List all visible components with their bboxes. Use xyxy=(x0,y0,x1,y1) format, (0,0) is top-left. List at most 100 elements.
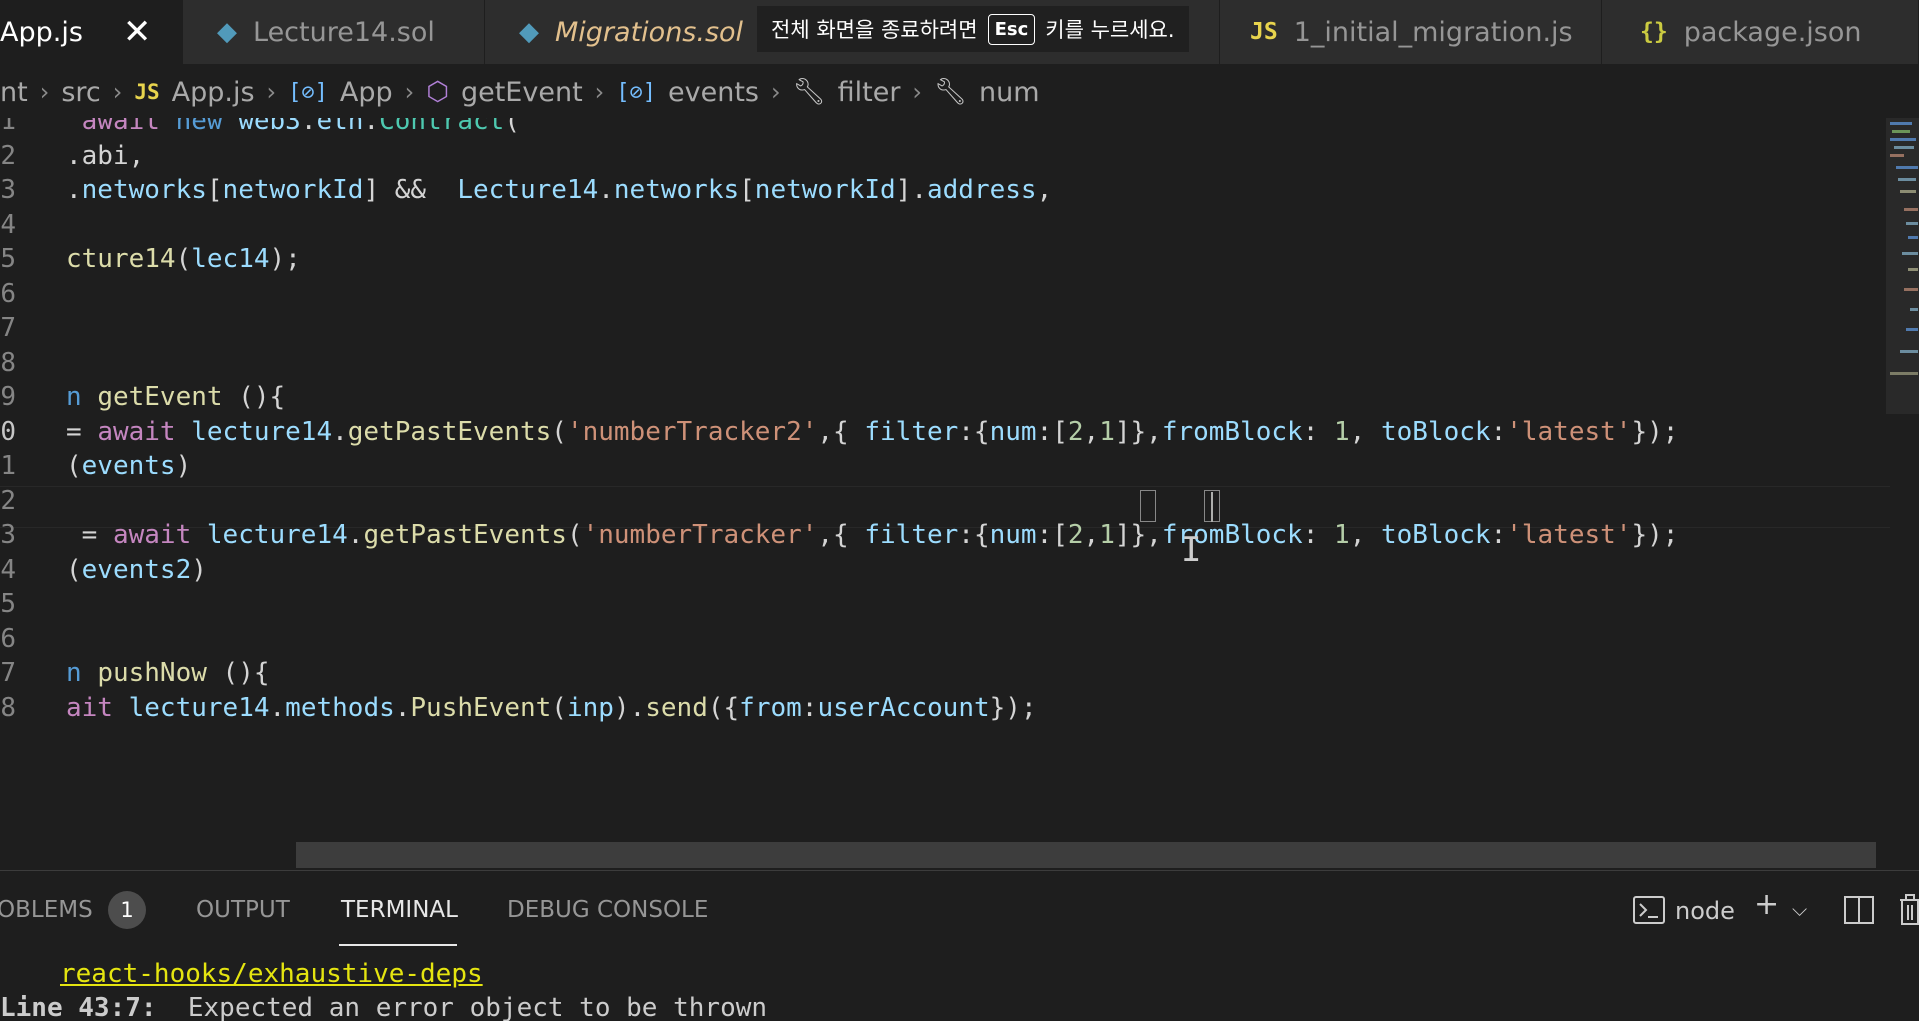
code-token: }); xyxy=(1631,416,1679,447)
terminal-line-warning: Line 43:7: Expected an error object to b… xyxy=(0,993,767,1021)
breadcrumb-item-app[interactable]: App xyxy=(340,77,393,108)
code-token: : xyxy=(1302,520,1335,550)
code-token: await xyxy=(97,416,192,447)
horizontal-scrollbar[interactable] xyxy=(296,842,1876,868)
javascript-icon: JS xyxy=(1250,19,1278,45)
tab-debug-console[interactable]: DEBUG CONSOLE xyxy=(507,897,708,923)
json-icon: {} xyxy=(1640,19,1668,45)
line-number: 4 xyxy=(0,209,16,240)
breadcrumb-item-events[interactable]: events xyxy=(668,77,759,108)
tab-lecture14-sol[interactable]: ◆ Lecture14.sol xyxy=(183,0,485,64)
code-token: lecture14 xyxy=(191,416,333,447)
notice-text-after: 키를 누르세요. xyxy=(1045,18,1175,42)
code-token: .abi, xyxy=(66,140,145,171)
code-token: 'latest' xyxy=(1506,416,1632,447)
breadcrumb-item-num[interactable]: num xyxy=(979,77,1040,108)
chevron-right-icon: › xyxy=(404,78,415,106)
code-line[interactable]: n getEvent (){ xyxy=(66,382,285,412)
tab-package-json[interactable]: {} package.json xyxy=(1602,0,1919,64)
breadcrumb-item-src[interactable]: src xyxy=(61,77,100,108)
mouse-ibeam-cursor-icon: I xyxy=(1181,530,1202,570)
code-token: [ xyxy=(739,175,755,205)
tab-label: Lecture14.sol xyxy=(253,16,435,48)
esc-key-badge: Esc xyxy=(987,13,1036,45)
tab-output[interactable]: OUTPUT xyxy=(196,897,290,923)
tab-label: Migrations.sol xyxy=(555,16,744,48)
close-icon[interactable]: ✕ xyxy=(123,12,152,52)
code-token: send xyxy=(645,692,708,723)
tab-app-js[interactable]: App.js ✕ xyxy=(0,0,183,64)
code-token: num xyxy=(989,520,1037,550)
property-wrench-icon: 🔧︎ xyxy=(792,77,826,107)
code-token: networkId xyxy=(754,175,896,205)
code-token: lecture14 xyxy=(206,520,348,550)
code-token: n xyxy=(66,658,98,688)
trash-icon[interactable] xyxy=(1898,893,1919,927)
code-token: ] && xyxy=(363,175,458,205)
code-line[interactable]: .abi, xyxy=(66,141,144,171)
code-token: , xyxy=(1349,416,1381,447)
chevron-down-icon[interactable]: ⌵ xyxy=(1792,897,1807,921)
line-number: 1 xyxy=(0,118,16,136)
line-number: 2 xyxy=(0,140,16,171)
code-token: events xyxy=(81,451,176,481)
code-line[interactable]: (events2) xyxy=(66,555,207,585)
line-number: 5 xyxy=(0,244,16,274)
notice-text-before: 전체 화면을 종료하려면 xyxy=(771,18,978,42)
code-token: getPastEvents xyxy=(363,520,567,550)
code-line[interactable]: n pushNow (){ xyxy=(66,658,270,688)
solidity-icon: ◆ xyxy=(217,17,237,47)
line-number: 6 xyxy=(0,623,16,654)
chevron-right-icon: › xyxy=(770,78,781,106)
code-token: ) xyxy=(175,451,192,481)
code-token: . xyxy=(394,692,411,723)
line-number: 6 xyxy=(0,278,16,309)
code-token: , xyxy=(1036,175,1053,205)
code-token: ]}, xyxy=(1114,416,1162,447)
code-token: }); xyxy=(989,692,1037,723)
code-line[interactable]: (events) xyxy=(66,451,191,481)
code-line[interactable]: .networks[networkId] && Lecture14.networ… xyxy=(66,175,1052,205)
code-token: filter xyxy=(864,416,959,447)
code-line[interactable]: = await lecture14.getPastEvents('numberT… xyxy=(66,520,1679,550)
line-number: 3 xyxy=(0,520,16,550)
code-token: ( xyxy=(551,692,567,723)
tab-problems[interactable]: OBLEMS xyxy=(0,897,93,923)
code-line[interactable]: cture14(lec14); xyxy=(66,244,301,274)
code-token: lec14 xyxy=(191,244,270,274)
new-terminal-plus-icon[interactable]: + xyxy=(1754,887,1779,922)
code-token: methods xyxy=(285,692,395,723)
code-token: PushEvent xyxy=(410,692,552,723)
code-token: eth xyxy=(316,118,364,136)
code-token: ( xyxy=(66,554,82,585)
line-number: 8 xyxy=(0,692,16,723)
code-editor[interactable]: 123456789012345678 await new web3.eth.Co… xyxy=(0,118,1919,870)
code-token: . xyxy=(332,416,348,447)
tab-initial-migration-js[interactable]: JS 1_initial_migration.js xyxy=(1220,0,1602,64)
line-number: 0 xyxy=(0,416,16,447)
fullscreen-exit-notice: 전체 화면을 종료하려면 Esc 키를 누르세요. xyxy=(757,6,1189,52)
breadcrumb-item-getevent[interactable]: getEvent xyxy=(461,77,583,108)
split-terminal-icon[interactable] xyxy=(1843,895,1875,925)
code-token: 1 xyxy=(1099,520,1115,550)
variable-icon: [⊘] xyxy=(288,79,328,105)
breadcrumb-item-root[interactable]: nt xyxy=(0,77,28,108)
code-token: networks xyxy=(613,175,740,205)
breadcrumb-item-filter[interactable]: filter xyxy=(838,77,901,108)
code-token: ) xyxy=(191,554,207,585)
code-token: ]. xyxy=(895,175,927,205)
code-token: , xyxy=(1349,520,1381,550)
code-line[interactable]: ait lecture14.methods.PushEvent(inp).sen… xyxy=(66,693,1037,723)
line-number: 4 xyxy=(0,554,16,585)
line-number: 7 xyxy=(0,313,16,343)
code-line[interactable]: await new web3.eth.Contract( xyxy=(66,118,520,136)
code-token: = xyxy=(66,520,113,550)
terminal-shell-label[interactable]: node xyxy=(1675,897,1735,925)
tab-terminal[interactable]: TERMINAL xyxy=(341,897,458,923)
chevron-right-icon: › xyxy=(39,78,50,106)
code-token: address xyxy=(927,175,1037,205)
breadcrumb-item-file[interactable]: App.js xyxy=(172,77,255,108)
code-line[interactable]: = await lecture14.getPastEvents('numberT… xyxy=(66,417,1678,447)
minimap-slider[interactable] xyxy=(1886,118,1919,414)
code-token: 'latest' xyxy=(1506,520,1632,550)
